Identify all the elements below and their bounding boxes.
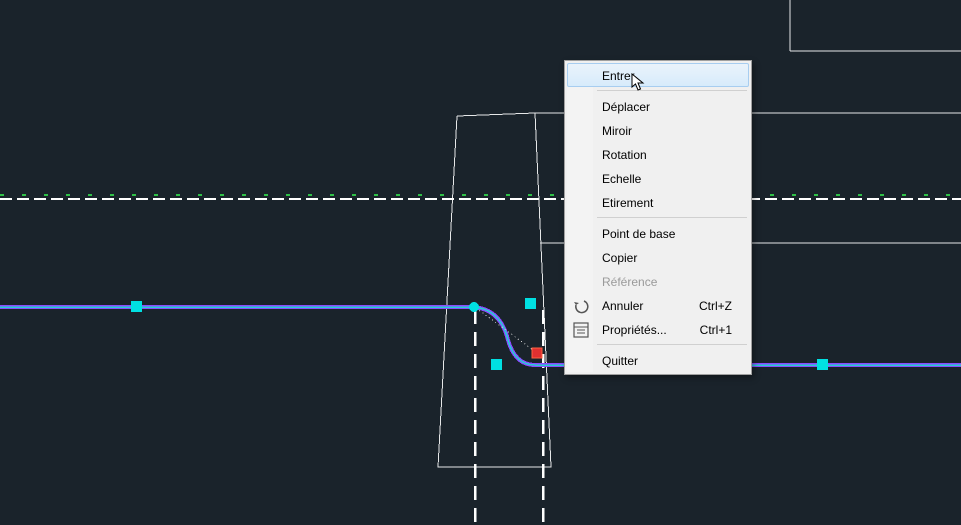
menu-item-copy[interactable]: Copier — [567, 245, 749, 269]
menu-item-mirror[interactable]: Miroir — [567, 118, 749, 142]
context-menu: Entrer Déplacer Miroir Rotation Echelle … — [564, 60, 752, 375]
endpoint-marker[interactable] — [532, 348, 542, 358]
menu-item-rotate[interactable]: Rotation — [567, 142, 749, 166]
cad-canvas[interactable] — [0, 0, 961, 525]
menu-item-shortcut: Ctrl+1 — [700, 318, 732, 342]
grip-handle[interactable] — [525, 298, 536, 309]
menu-item-basepoint[interactable]: Point de base — [567, 221, 749, 245]
menu-separator — [597, 217, 747, 218]
menu-item-label: Propriétés... — [602, 323, 667, 337]
grip-handle[interactable] — [817, 359, 828, 370]
menu-item-label: Rotation — [602, 148, 647, 162]
menu-item-undo[interactable]: Annuler Ctrl+Z — [567, 293, 749, 317]
menu-separator — [597, 344, 747, 345]
menu-item-scale[interactable]: Echelle — [567, 166, 749, 190]
menu-item-properties[interactable]: Propriétés... Ctrl+1 — [567, 317, 749, 341]
construction-shape — [438, 113, 551, 467]
menu-item-label: Copier — [602, 251, 637, 265]
polyline-arc[interactable] — [470, 307, 535, 365]
menu-item-exit[interactable]: Quitter — [567, 348, 749, 372]
undo-icon — [572, 297, 590, 315]
menu-item-reference: Référence — [567, 269, 749, 293]
menu-item-label: Déplacer — [602, 100, 650, 114]
menu-item-move[interactable]: Déplacer — [567, 94, 749, 118]
menu-item-label: Référence — [602, 275, 657, 289]
menu-item-label: Point de base — [602, 227, 675, 241]
menu-item-label: Entrer — [602, 69, 635, 83]
menu-item-label: Annuler — [602, 299, 643, 313]
grip-handle[interactable] — [469, 302, 479, 312]
menu-item-label: Etirement — [602, 196, 653, 210]
properties-icon — [572, 321, 590, 339]
menu-item-label: Quitter — [602, 354, 638, 368]
menu-item-shortcut: Ctrl+Z — [699, 294, 732, 318]
menu-item-label: Echelle — [602, 172, 641, 186]
grip-handle[interactable] — [131, 301, 142, 312]
menu-separator — [597, 90, 747, 91]
menu-item-label: Miroir — [602, 124, 632, 138]
grip-handle[interactable] — [491, 359, 502, 370]
menu-item-stretch[interactable]: Etirement — [567, 190, 749, 214]
menu-item-enter[interactable]: Entrer — [567, 63, 749, 87]
